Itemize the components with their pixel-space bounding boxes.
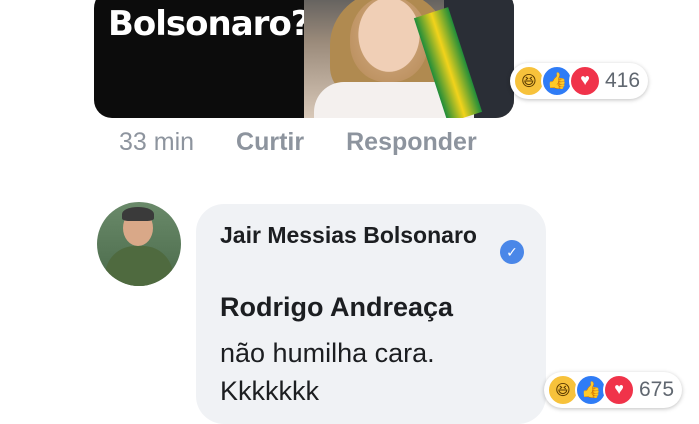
comment-text: não humilha cara. Kkkkkkk [220, 338, 435, 406]
reply-comment-bubble: Jair Messias Bolsonaro ✓ Rodrigo Andreaç… [196, 204, 546, 424]
comment-timestamp[interactable]: 33 min [119, 128, 194, 157]
love-icon: ♥ [569, 65, 601, 97]
reply-button[interactable]: Responder [346, 128, 477, 157]
meme-photo [304, 0, 514, 118]
reaction-summary-top[interactable]: 😆 👍 ♥ 416 [510, 63, 649, 99]
meme-caption: Bolsonaro? [108, 4, 311, 44]
reaction-count: 416 [605, 69, 641, 92]
love-icon: ♥ [603, 374, 635, 406]
mention-link[interactable]: Rodrigo Andreaça [220, 292, 453, 323]
comment-author[interactable]: Jair Messias Bolsonaro [220, 220, 490, 251]
like-button[interactable]: Curtir [236, 128, 304, 157]
comment-actions: 33 min Curtir Responder [119, 128, 477, 157]
reaction-summary-reply[interactable]: 😆 👍 ♥ 675 [544, 372, 683, 408]
meme-image-card[interactable]: Bolsonaro? [94, 0, 514, 118]
verified-badge-icon: ✓ [500, 240, 524, 264]
avatar[interactable] [97, 202, 181, 286]
reaction-count: 675 [639, 378, 675, 401]
